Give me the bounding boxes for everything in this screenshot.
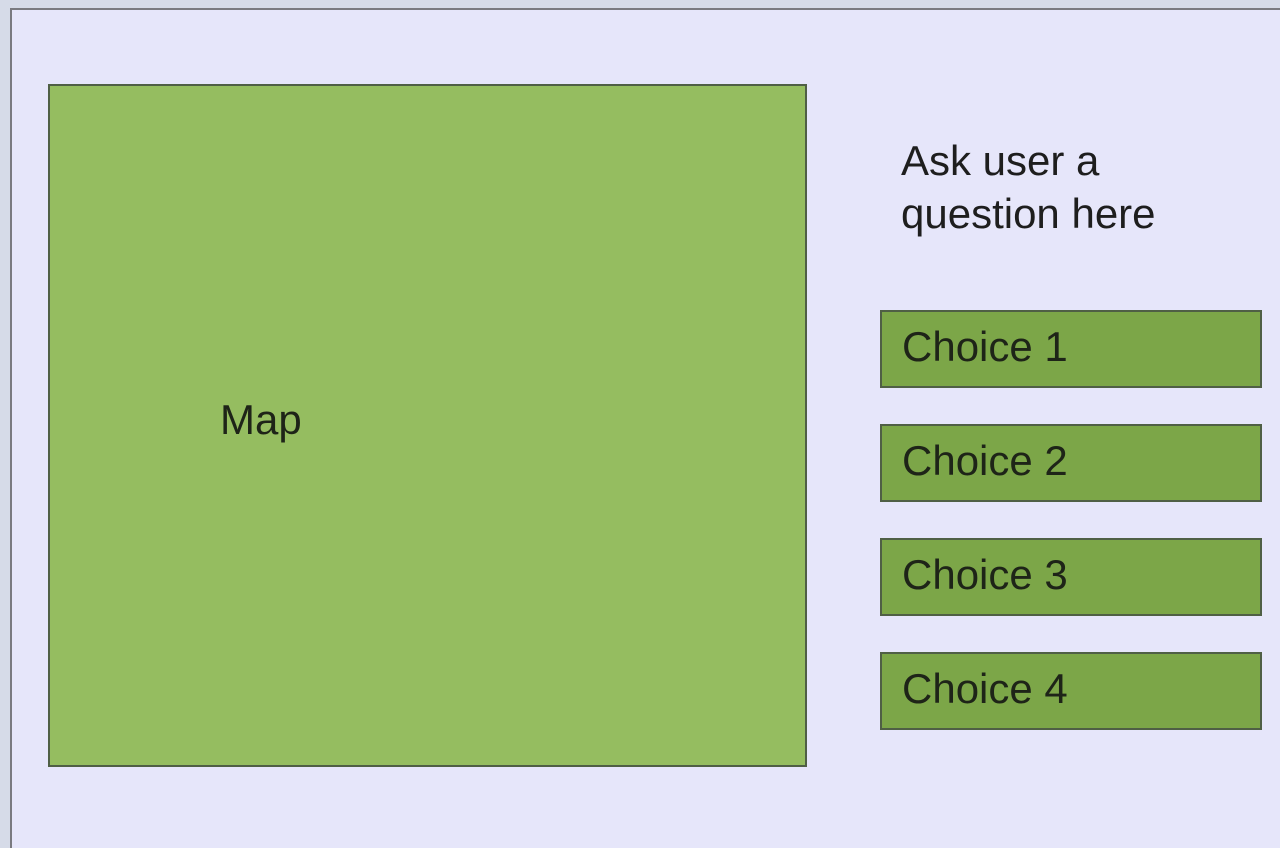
choice-3-button[interactable]: Choice 3 bbox=[880, 538, 1262, 616]
choice-4-button[interactable]: Choice 4 bbox=[880, 652, 1262, 730]
question-text: Ask user a question here bbox=[901, 137, 1156, 237]
choice-1-label: Choice 1 bbox=[902, 323, 1068, 370]
choice-1-button[interactable]: Choice 1 bbox=[880, 310, 1262, 388]
choice-4-label: Choice 4 bbox=[902, 665, 1068, 712]
choice-2-button[interactable]: Choice 2 bbox=[880, 424, 1262, 502]
map-panel[interactable]: Map bbox=[48, 84, 807, 767]
choice-2-label: Choice 2 bbox=[902, 437, 1068, 484]
map-label: Map bbox=[220, 396, 302, 443]
choice-3-label: Choice 3 bbox=[902, 551, 1068, 598]
